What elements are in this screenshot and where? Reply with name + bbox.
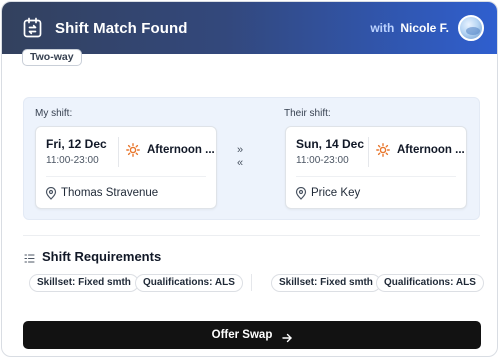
shift-period: Afternoon ... (147, 144, 215, 156)
location-pin-icon (45, 186, 57, 200)
matched-user-name[interactable]: Nicole F. (400, 21, 449, 35)
shift-period: Afternoon ... (397, 144, 465, 156)
swap-panel: My shift: Their shift: Fri, 12 Dec 11:00… (23, 97, 480, 220)
calendar-swap-icon (22, 17, 44, 39)
avatar[interactable] (458, 15, 484, 41)
divider (296, 176, 456, 177)
swap-direction-indicator: » « (231, 144, 249, 170)
requirement-chip: Skillset: Fixed smth (29, 274, 139, 292)
shift-location: Price Key (311, 187, 361, 199)
sun-icon (376, 143, 390, 157)
divider (251, 274, 252, 291)
shift-time: 11:00-23:00 (296, 155, 349, 166)
shift-match-card: Shift Match Found with Nicole F. Two-way… (1, 1, 498, 357)
shift-time: 11:00-23:00 (46, 155, 99, 166)
divider (118, 137, 119, 167)
divider (368, 137, 369, 167)
page-title: Shift Match Found (55, 19, 188, 37)
their-shift-label: Their shift: (284, 108, 331, 119)
their-shift-card[interactable]: Sun, 14 Dec 11:00-23:00 Afternoon ... Pr… (285, 126, 467, 209)
forward-arrow-icon: » (236, 144, 244, 156)
section-divider (23, 235, 480, 236)
divider (46, 176, 206, 177)
sun-icon (126, 143, 140, 157)
requirement-chip: Skillset: Fixed smth (271, 274, 381, 292)
card-header: Shift Match Found with Nicole F. (2, 2, 497, 54)
requirement-chip: Qualifications: ALS (376, 274, 484, 292)
my-shift-label: My shift: (35, 108, 73, 119)
list-icon (24, 251, 35, 263)
arrow-right-icon (282, 330, 293, 343)
requirement-chip: Qualifications: ALS (135, 274, 243, 292)
shift-date: Fri, 12 Dec (46, 137, 107, 151)
swap-type-badge: Two-way (22, 49, 82, 66)
back-arrow-icon: « (236, 157, 244, 169)
my-shift-card[interactable]: Fri, 12 Dec 11:00-23:00 Afternoon ... Th… (35, 126, 217, 209)
offer-swap-button[interactable]: Offer Swap (23, 321, 481, 349)
with-label: with (370, 21, 395, 35)
shift-location: Thomas Stravenue (61, 187, 159, 199)
location-pin-icon (295, 186, 307, 200)
shift-date: Sun, 14 Dec (296, 137, 365, 151)
offer-swap-label: Offer Swap (211, 329, 273, 341)
requirements-title: Shift Requirements (42, 249, 162, 264)
